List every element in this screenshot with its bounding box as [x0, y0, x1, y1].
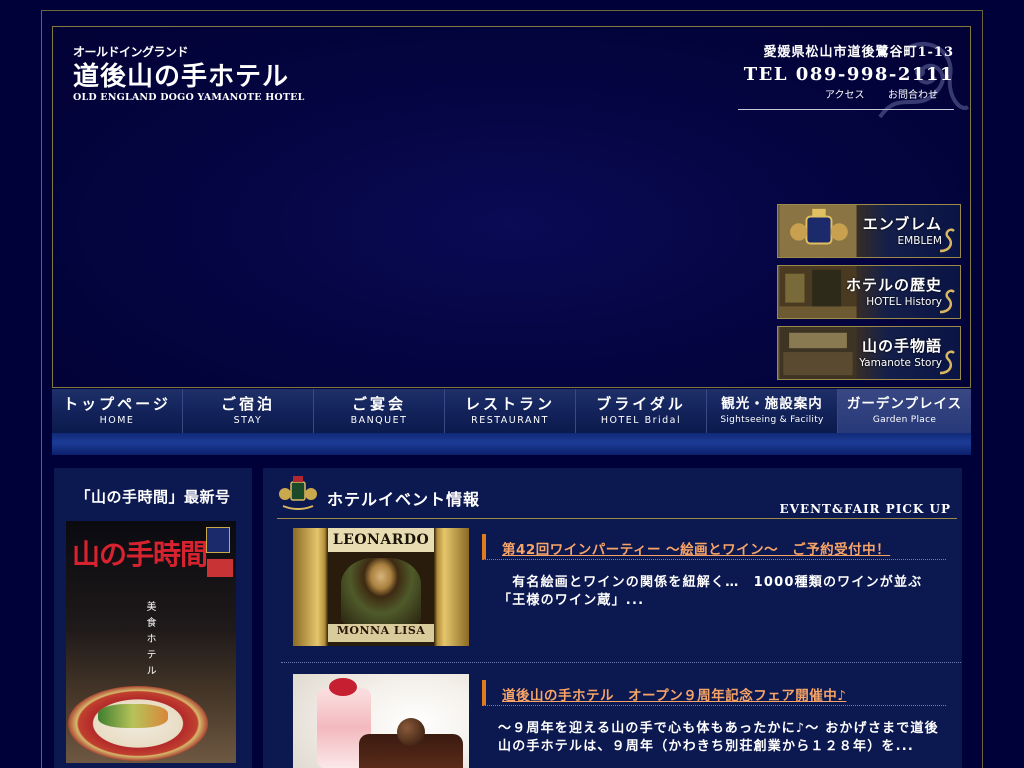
event-photo[interactable]: LEONARDO MONNA LISA — [293, 528, 469, 646]
nav-restaurant[interactable]: レストラン RESTAURANT — [445, 389, 576, 433]
event-title-bar: 道後山の手ホテル オープン９周年記念フェア開催中♪ — [482, 680, 946, 706]
nav-sublabel: HOME — [99, 415, 135, 426]
nav-label: 観光・施設案内 — [721, 396, 823, 412]
magazine-cover[interactable]: 山の手時間 美食ホテル — [66, 521, 236, 763]
header: オールドイングランド 道後山の手ホテル OLD ENGLAND DOGO YAM… — [52, 26, 971, 388]
banner-story-subtitle: Yamanote Story — [859, 357, 942, 369]
banner-history-subtitle: HOTEL History — [866, 296, 942, 308]
chocolate-ball — [397, 718, 425, 746]
nav-sublabel: RESTAURANT — [471, 415, 549, 426]
food-image — [98, 704, 168, 728]
events-title: ホテルイベント情報 — [327, 490, 481, 509]
nav-label: レストラン — [464, 395, 555, 413]
nav-label: ブライダル — [596, 395, 686, 413]
events-pickup-label: EVENT&FAIR PICK UP — [779, 502, 951, 516]
wine-label-image: LEONARDO MONNA LISA — [293, 528, 469, 646]
nav-banquet[interactable]: ご宴会 BANQUET — [314, 389, 445, 433]
event-title-link[interactable]: 第42回ワインパーティー 〜絵画とワイン〜 ご予約受付中！ — [502, 542, 890, 558]
nav-home[interactable]: トップページ HOME — [52, 389, 183, 433]
story-image — [779, 327, 857, 379]
event-description: 〜９周年を迎える山の手で心も体もあったかに♪〜 おかげさまで道後山の手ホテルは、… — [498, 721, 939, 754]
banner-emblem[interactable]: エンブレム EMBLEM — [777, 204, 961, 258]
logo-english: OLD ENGLAND DOGO YAMANOTE HOTEL — [73, 92, 305, 103]
nav-label: ご宿泊 — [220, 395, 275, 413]
logo-title: 道後山の手ホテル — [73, 62, 290, 92]
magazine-badge-icon — [206, 527, 230, 553]
ornament-icon — [939, 228, 955, 253]
address: 愛媛県松山市道後鷺谷町1-13 — [763, 45, 954, 60]
nav-sublabel: BANQUET — [350, 415, 408, 426]
banner-story-title: 山の手物語 — [861, 337, 942, 355]
magazine-vertical-text: 美食ホテル — [144, 601, 155, 681]
nav-garden-place[interactable]: ガーデンプレイス Garden Place — [838, 389, 971, 433]
banner-history[interactable]: ホテルの歴史 HOTEL History — [777, 265, 961, 319]
sidebar: 「山の手時間」最新号 山の手時間 美食ホテル — [54, 468, 252, 768]
telephone: TEL 089-998-2111 — [743, 64, 954, 85]
main-nav: トップページ HOME ご宿泊 STAY ご宴会 BANQUET レストラン R… — [52, 389, 971, 433]
banner-story[interactable]: 山の手物語 Yamanote Story — [777, 326, 961, 380]
nav-label: ガーデンプレイス — [846, 396, 963, 412]
event-photo[interactable] — [293, 674, 469, 768]
magazine-title: 山の手時間 — [72, 538, 208, 571]
wine-label-bottom: MONNA LISA — [328, 624, 434, 642]
emblem-crest-icon — [779, 205, 857, 257]
magazine-year-badge — [207, 559, 233, 577]
access-link[interactable]: アクセス — [825, 86, 865, 101]
nav-label: トップページ — [63, 395, 171, 413]
ornament-icon — [939, 289, 955, 314]
nav-sublabel: Sightseeing & Facility — [720, 415, 824, 425]
event-title-bar: 第42回ワインパーティー 〜絵画とワイン〜 ご予約受付中！ — [482, 534, 946, 560]
nav-sublabel: STAY — [233, 415, 263, 426]
nav-underbar — [52, 433, 971, 455]
header-links: アクセス お問合わせ — [738, 90, 954, 110]
events-header: ホテルイベント情報 EVENT&FAIR PICK UP — [277, 474, 957, 519]
events-section: ホテルイベント情報 EVENT&FAIR PICK UP LEONARDO MO… — [263, 468, 962, 768]
ornament-icon — [939, 350, 955, 375]
nav-sightseeing[interactable]: 観光・施設案内 Sightseeing & Facility — [707, 389, 838, 433]
berry — [329, 678, 357, 696]
crest-icon — [279, 476, 317, 510]
event-divider — [281, 662, 961, 663]
nav-bridal[interactable]: ブライダル HOTEL Bridal — [576, 389, 707, 433]
hotel-logo[interactable]: オールドイングランド 道後山の手ホテル OLD ENGLAND DOGO YAM… — [73, 43, 304, 103]
dessert-image — [293, 674, 469, 768]
banner-history-title: ホテルの歴史 — [845, 276, 942, 294]
mona-lisa-image — [340, 558, 422, 624]
wine-label-top: LEONARDO — [328, 528, 434, 552]
nav-sublabel: HOTEL Bridal — [600, 415, 682, 426]
banner-emblem-title: エンブレム — [862, 215, 942, 233]
nav-stay[interactable]: ご宿泊 STAY — [183, 389, 314, 433]
nav-sublabel: Garden Place — [872, 415, 937, 425]
contact-info: 愛媛県松山市道後鷺谷町1-13 TEL 089-998-2111 アクセス お問… — [738, 41, 954, 110]
event-title-link[interactable]: 道後山の手ホテル オープン９周年記念フェア開催中♪ — [502, 688, 846, 704]
nav-label: ご宴会 — [351, 395, 406, 413]
sidebar-title: 「山の手時間」最新号 — [75, 488, 231, 506]
contact-link[interactable]: お問合わせ — [888, 86, 938, 101]
logo-subtitle: オールドイングランド — [73, 45, 189, 59]
event-description: 有名絵画とワインの関係を紐解く… 1000種類のワインが並ぶ「王様のワイン蔵」.… — [498, 575, 923, 608]
